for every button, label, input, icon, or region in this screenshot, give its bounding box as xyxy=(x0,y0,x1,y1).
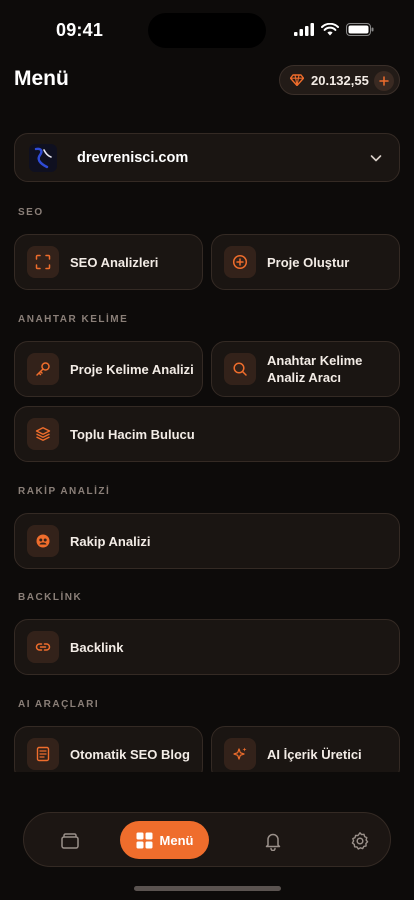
menu-item-label: Otomatik SEO Blog xyxy=(70,746,190,762)
balance-amount: 20.132,55 xyxy=(311,72,369,88)
status-time: 09:41 xyxy=(56,20,104,40)
chevron-down-icon xyxy=(370,155,382,162)
tab-settings[interactable] xyxy=(330,813,390,868)
scan-icon xyxy=(27,246,59,278)
menu-item-seo-analizleri[interactable]: SEO Analizleri xyxy=(14,234,203,290)
settings-icon xyxy=(351,831,369,850)
tab-wallet[interactable] xyxy=(40,813,100,868)
section-label-competitor: RAKİP ANALİZİ xyxy=(18,486,111,497)
menu-item-label: AI İçerik Üretici xyxy=(267,746,362,762)
layers-icon xyxy=(27,418,59,450)
document-icon xyxy=(27,738,59,770)
grid-icon xyxy=(136,832,153,848)
menu-item-label: Proje Kelime Analizi xyxy=(70,361,194,377)
section-label-backlink: BACKLİNK xyxy=(18,592,83,603)
menu-item-toplu-hacim-bulucu[interactable]: Toplu Hacim Bulucu xyxy=(14,406,400,462)
tab-menu-label: Menü xyxy=(159,832,194,848)
dynamic-island xyxy=(148,13,266,48)
home-indicator[interactable] xyxy=(134,886,281,891)
competitor-icon xyxy=(27,525,59,557)
status-bar: 09:41 xyxy=(0,0,414,60)
key-icon xyxy=(27,353,59,385)
balance-badge[interactable]: 20.132,55 xyxy=(279,65,400,95)
plus-icon xyxy=(379,76,389,86)
status-icons xyxy=(294,23,374,36)
wifi-icon xyxy=(321,23,339,36)
menu-item-proje-olustur[interactable]: Proje Oluştur xyxy=(211,234,400,290)
site-name: drevrenisci.com xyxy=(77,149,189,166)
menu-item-label: Anahtar Kelime Analiz Aracı xyxy=(267,353,363,385)
bottom-tab-bar: Menü xyxy=(23,812,391,867)
tab-notifications[interactable] xyxy=(243,813,303,868)
menu-item-rakip-analizi[interactable]: Rakip Analizi xyxy=(14,513,400,569)
menu-item-label: Toplu Hacim Bulucu xyxy=(70,426,195,442)
page-title: Menü xyxy=(14,67,69,90)
menu-item-proje-kelime-analizi[interactable]: Proje Kelime Analizi xyxy=(14,341,203,397)
search-icon xyxy=(224,353,256,385)
plus-circle-icon xyxy=(224,246,256,278)
menu-item-label: Proje Oluştur xyxy=(267,254,350,270)
site-selector[interactable]: drevrenisci.com xyxy=(14,133,400,182)
battery-icon xyxy=(346,23,374,36)
link-icon xyxy=(27,631,59,663)
add-balance-button[interactable] xyxy=(374,71,394,91)
signal-icon xyxy=(294,23,314,36)
menu-item-anahtar-kelime-analiz-araci[interactable]: Anahtar Kelime Analiz Aracı xyxy=(211,341,400,397)
menu-item-label: Rakip Analizi xyxy=(70,533,151,549)
section-label-ai: AI ARAÇLARI xyxy=(18,699,100,710)
site-logo xyxy=(29,143,57,172)
menu-item-label: Backlink xyxy=(70,639,124,655)
tab-menu[interactable]: Menü xyxy=(120,821,209,859)
wallet-icon xyxy=(61,832,79,849)
section-label-keyword: ANAHTAR KELİME xyxy=(18,314,129,325)
menu-item-label: SEO Analizleri xyxy=(70,254,159,270)
bell-icon xyxy=(265,833,281,851)
section-label-seo: SEO xyxy=(18,207,44,218)
site-logo-icon xyxy=(34,147,52,168)
sparkles-icon xyxy=(224,738,256,770)
diamond-icon xyxy=(290,74,304,86)
menu-item-backlink[interactable]: Backlink xyxy=(14,619,400,675)
